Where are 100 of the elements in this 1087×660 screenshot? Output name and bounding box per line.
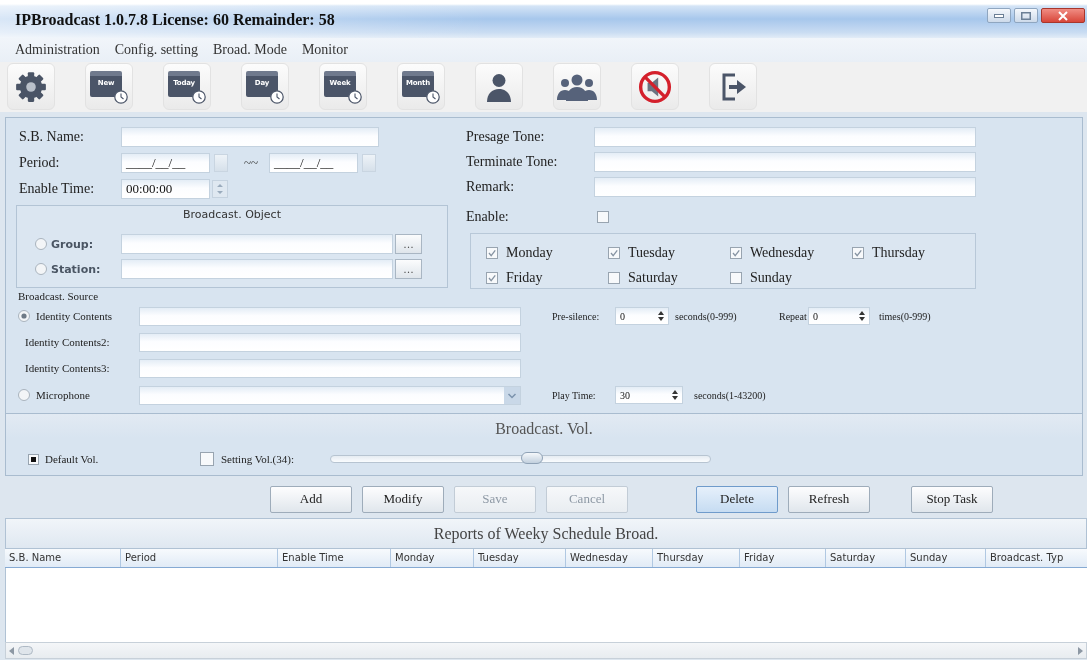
- checkbox[interactable]: [200, 452, 214, 466]
- horizontal-scrollbar[interactable]: [5, 642, 1087, 659]
- clock-icon: [348, 90, 362, 104]
- scroll-right-icon[interactable]: [1077, 646, 1083, 655]
- column-header[interactable]: Friday: [740, 549, 826, 567]
- checkbox[interactable]: [486, 272, 498, 284]
- slider-thumb[interactable]: [520, 452, 543, 464]
- radio-label: Identity Contents: [36, 310, 114, 322]
- text-field[interactable]: [121, 127, 379, 147]
- column-header[interactable]: Period: [121, 549, 278, 567]
- column-header[interactable]: Sunday: [906, 549, 986, 567]
- spin-arrows-icon[interactable]: [671, 388, 679, 402]
- field-label: Period:: [18, 155, 61, 171]
- panel-title: Broadcast. Object: [182, 207, 282, 221]
- column-header[interactable]: Thursday: [653, 549, 740, 567]
- menu-item[interactable]: Broad. Mode: [213, 42, 287, 58]
- field-label: Pre-silence:: [552, 310, 601, 322]
- section-title: Broadcast. Source: [18, 289, 99, 303]
- muted-speaker-icon: [638, 69, 672, 104]
- toolbar-button[interactable]: [631, 63, 679, 110]
- column-header[interactable]: Enable Time: [278, 549, 391, 567]
- radio-button[interactable]: [18, 389, 30, 401]
- checkbox[interactable]: [28, 453, 39, 465]
- number-field[interactable]: 0: [808, 307, 870, 325]
- field-label: S.B. Name:: [18, 129, 85, 145]
- checkbox[interactable]: [597, 210, 609, 223]
- close-button[interactable]: [1041, 8, 1085, 23]
- spin-arrows-icon[interactable]: [657, 309, 665, 323]
- date-field[interactable]: ____/__/__: [269, 153, 359, 173]
- checkbox[interactable]: [730, 247, 742, 259]
- toolbar-button[interactable]: [553, 63, 601, 110]
- text-field[interactable]: [594, 127, 976, 147]
- checkbox[interactable]: [608, 272, 620, 284]
- action-button[interactable]: Modify: [362, 485, 444, 513]
- checkbox[interactable]: [730, 272, 742, 284]
- dropdown-field[interactable]: [139, 385, 521, 405]
- time-field[interactable]: 00:00:00: [121, 179, 210, 199]
- text-field[interactable]: [121, 259, 393, 279]
- field-label: Identity Contents3:: [25, 362, 111, 374]
- text-field[interactable]: [594, 152, 976, 172]
- field-label: Identity Contents2:: [25, 336, 111, 348]
- checkbox-label: Wednesday: [750, 245, 815, 261]
- clock-icon: [114, 90, 128, 104]
- radio-button[interactable]: [35, 263, 47, 275]
- unit-label: seconds(1-43200): [694, 389, 766, 401]
- radio-button[interactable]: [18, 310, 30, 322]
- report-title: Reports of Weeky Schedule Broad.: [5, 518, 1087, 549]
- number-field[interactable]: 0: [615, 307, 669, 325]
- text-field[interactable]: [594, 177, 976, 197]
- checkbox[interactable]: [608, 247, 620, 259]
- column-header[interactable]: Monday: [391, 549, 474, 567]
- clock-icon: [426, 90, 440, 104]
- column-header[interactable]: Saturday: [826, 549, 906, 567]
- field-label: Presage Tone:: [466, 129, 546, 145]
- column-header[interactable]: Tuesday: [474, 549, 566, 567]
- gear-icon: [14, 69, 48, 104]
- column-header[interactable]: S.B. Name: [5, 549, 121, 567]
- text-field[interactable]: [139, 358, 521, 378]
- checkbox-label: Saturday: [628, 270, 678, 286]
- scrollbar-thumb[interactable]: [18, 646, 33, 655]
- text-field[interactable]: [139, 332, 521, 352]
- minimize-icon: [994, 13, 1004, 18]
- minimize-button[interactable]: [987, 8, 1011, 23]
- radio-label: Group:: [51, 237, 95, 251]
- checkbox-label: Tuesday: [628, 245, 675, 261]
- number-field[interactable]: 30: [615, 386, 683, 404]
- field-label: Terminate Tone:: [466, 154, 559, 170]
- spin-arrows-icon[interactable]: [858, 309, 866, 323]
- toolbar-button[interactable]: [709, 63, 757, 110]
- action-button[interactable]: Refresh: [788, 485, 870, 513]
- text-field[interactable]: [121, 234, 393, 254]
- date-picker-button[interactable]: [214, 154, 228, 172]
- toolbar-button[interactable]: [7, 63, 55, 110]
- menu-item[interactable]: Config. setting: [114, 42, 198, 58]
- toolbar-button[interactable]: [475, 63, 523, 110]
- browse-button[interactable]: ...: [395, 259, 422, 279]
- action-button[interactable]: Add: [270, 485, 352, 513]
- date-field[interactable]: ____/__/__: [121, 153, 210, 173]
- checkbox-label: Friday: [506, 270, 543, 286]
- column-header[interactable]: Wednesday: [566, 549, 653, 567]
- date-picker-button[interactable]: [362, 154, 377, 172]
- action-button[interactable]: Delete: [696, 485, 778, 513]
- scroll-left-icon[interactable]: [9, 646, 15, 655]
- text-field[interactable]: [139, 306, 521, 326]
- checkbox[interactable]: [486, 247, 498, 259]
- slider-track[interactable]: [330, 455, 711, 463]
- checkbox-label: Monday: [506, 245, 553, 261]
- panel-title: Broadcast. Vol.: [494, 418, 594, 439]
- menu-item[interactable]: Monitor: [301, 42, 348, 58]
- menu-item[interactable]: Administration: [15, 42, 100, 58]
- checkbox-label: Default Vol.: [45, 453, 100, 465]
- maximize-button[interactable]: [1014, 8, 1038, 23]
- checkbox-label: Setting Vol.(34):: [221, 453, 295, 465]
- browse-button[interactable]: ...: [395, 234, 422, 254]
- checkbox-label: Sunday: [750, 270, 792, 286]
- radio-button[interactable]: [35, 238, 47, 250]
- action-button[interactable]: Stop Task: [911, 485, 993, 513]
- checkbox[interactable]: [852, 247, 864, 259]
- column-header[interactable]: Broadcast. Typ: [986, 549, 1087, 567]
- radio-label: Microphone: [36, 389, 91, 401]
